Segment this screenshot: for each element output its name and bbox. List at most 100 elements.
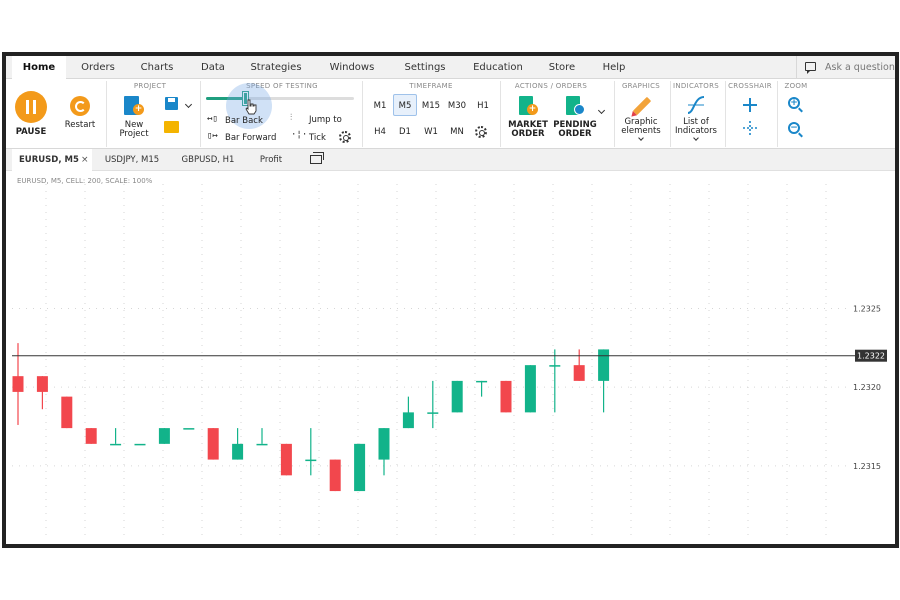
chart-tab-bar: EURUSD, M5 × USDJPY, M15 GBPUSD, H1 Prof… — [6, 149, 895, 171]
zoom-out-icon[interactable]: − — [788, 122, 800, 134]
candle-body — [12, 376, 24, 392]
app-window: Home Orders Charts Data Strategies Windo… — [2, 52, 899, 548]
timeframe-m5[interactable]: M5 — [393, 94, 417, 116]
menu-settings[interactable]: Settings — [398, 56, 452, 79]
pause-label: PAUSE — [15, 127, 47, 137]
bar-back-icon: ↤▯ — [207, 114, 218, 124]
chart-area[interactable]: EURUSD, M5, CELL: 200, SCALE: 100% 1.232… — [6, 172, 895, 544]
crosshair-dotted-icon[interactable] — [743, 121, 757, 135]
candle-body — [110, 443, 122, 446]
new-project-label-2: Project — [119, 129, 149, 139]
jump-to-button[interactable]: Jump to — [309, 115, 342, 125]
ribbon-toolbar: PAUSE Restart PROJECT + New Project SPEE… — [6, 79, 895, 149]
bar-back-button[interactable]: Bar Back — [225, 116, 263, 126]
candle-body — [354, 443, 366, 492]
timeframe-w1[interactable]: W1 — [419, 121, 443, 143]
candle-body — [378, 428, 390, 460]
project-chevron-down-icon[interactable] — [184, 100, 193, 109]
y-axis-tick-label: 1.2315 — [853, 462, 881, 471]
candle-body — [207, 428, 219, 460]
pencil-icon — [632, 96, 652, 116]
graphics-group-title: GRAPHICS — [621, 82, 661, 90]
tab-close-icon[interactable]: × — [81, 149, 89, 171]
candle-body — [427, 412, 439, 414]
speed-settings-gear-icon[interactable] — [339, 131, 351, 143]
list-of-indicators-button[interactable]: List of Indicators — [672, 93, 720, 147]
menu-education[interactable]: Education — [468, 56, 528, 79]
tab-eurusd-m5[interactable]: EURUSD, M5 × — [12, 149, 92, 171]
timeframe-m15[interactable]: M15 — [419, 95, 443, 117]
new-project-button[interactable]: + New Project — [112, 93, 156, 145]
candle-body — [158, 428, 170, 444]
candle-body — [85, 428, 97, 444]
jump-to-icon: ⫶ — [290, 113, 293, 123]
hand-cursor-icon — [245, 99, 257, 115]
market-order-button[interactable]: + MARKET ORDER — [506, 93, 550, 145]
tab-gbpusd-h1[interactable]: GBPUSD, H1 — [172, 149, 244, 171]
menu-bar: Home Orders Charts Data Strategies Windo… — [6, 56, 895, 79]
timeframe-d1[interactable]: D1 — [393, 121, 417, 143]
candle-body — [476, 380, 488, 383]
timeframe-mn[interactable]: MN — [445, 121, 469, 143]
timeframe-settings-gear-icon[interactable] — [475, 126, 487, 138]
zoom-in-icon[interactable]: + — [788, 97, 800, 109]
plus-badge-icon: + — [133, 104, 144, 115]
candle-body — [280, 443, 292, 476]
actions-group-title: ACTIONS / ORDERS — [514, 82, 588, 90]
tab-label: EURUSD, M5 — [19, 155, 79, 165]
timeframe-h1[interactable]: H1 — [471, 95, 495, 117]
pending-order-button[interactable]: PENDING ORDER — [552, 93, 598, 145]
market-plus-badge-icon: + — [527, 104, 538, 115]
tab-usdjpy-m15[interactable]: USDJPY, M15 — [94, 149, 170, 171]
candle-body — [524, 365, 536, 413]
y-axis-tick-label: 1.2325 — [853, 304, 881, 313]
menu-data[interactable]: Data — [192, 56, 234, 79]
crosshair-icon[interactable] — [743, 98, 757, 112]
project-group-title: PROJECT — [133, 82, 167, 90]
menu-store[interactable]: Store — [542, 56, 582, 79]
window-restore-icon[interactable] — [310, 152, 324, 164]
pause-button[interactable] — [15, 91, 47, 123]
tab-profit[interactable]: Profit — [250, 149, 292, 171]
crosshair-group-title: CROSSHAIR — [728, 82, 772, 90]
orders-chevron-down-icon[interactable] — [597, 106, 606, 115]
tick-icon: ·¦· — [291, 130, 308, 140]
timeframe-h4[interactable]: H4 — [368, 121, 392, 143]
menu-home[interactable]: Home — [12, 56, 66, 79]
pending-order-label-2: ORDER — [558, 129, 592, 139]
y-axis-tick-label: 1.2320 — [853, 383, 881, 392]
graphics-chevron-down-icon — [638, 135, 644, 141]
candle-body — [573, 365, 585, 381]
menu-charts[interactable]: Charts — [130, 56, 184, 79]
clock-badge-icon — [574, 104, 585, 115]
menu-orders[interactable]: Orders — [72, 56, 124, 79]
candle-body — [183, 428, 195, 430]
graphic-elements-button[interactable]: Graphic elements — [618, 93, 664, 147]
candle-body — [329, 459, 341, 492]
current-price-label: 1.2322 — [857, 352, 885, 361]
restart-label: Restart — [64, 120, 96, 130]
candle-body — [549, 365, 561, 367]
candlestick-chart[interactable]: 1.2325 1.2320 1.2315 1.2322 — [6, 172, 895, 544]
menu-help[interactable]: Help — [596, 56, 632, 79]
candle-body — [61, 396, 73, 429]
timeframe-m30[interactable]: M30 — [445, 95, 469, 117]
candle-body — [598, 349, 610, 381]
candle-body — [36, 376, 48, 392]
ask-question-placeholder: Ask a question — [825, 62, 895, 73]
menu-strategies[interactable]: Strategies — [246, 56, 306, 79]
indicators-group-title: INDICATORS — [673, 82, 719, 90]
bar-forward-button[interactable]: Bar Forward — [225, 133, 276, 143]
candle-body — [402, 412, 414, 429]
candle-body — [232, 443, 244, 460]
save-icon[interactable] — [165, 97, 178, 110]
candle-body — [500, 380, 512, 413]
open-folder-icon[interactable] — [164, 121, 179, 133]
restart-button[interactable] — [70, 96, 90, 116]
menu-windows[interactable]: Windows — [324, 56, 380, 79]
ask-question-box[interactable]: Ask a question — [796, 56, 895, 79]
market-order-label-2: ORDER — [511, 129, 545, 139]
candle-body — [134, 443, 146, 446]
timeframe-m1[interactable]: M1 — [368, 95, 392, 117]
tick-button[interactable]: Tick — [309, 133, 326, 143]
